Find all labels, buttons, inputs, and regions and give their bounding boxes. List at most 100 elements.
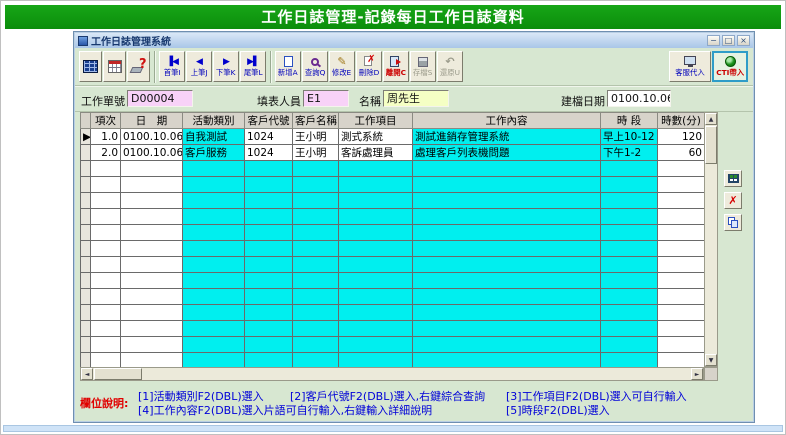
grid-cell[interactable]	[245, 193, 293, 209]
grid-cell[interactable]	[601, 305, 658, 321]
grid-cell[interactable]	[339, 177, 413, 193]
grid-cell[interactable]	[183, 273, 245, 289]
grid-cell[interactable]: 下午1-2	[601, 145, 658, 161]
grid-cell[interactable]: 1024	[245, 129, 293, 145]
grid-cell[interactable]	[601, 177, 658, 193]
delete-button[interactable]: ✗ 刪除D	[356, 51, 382, 82]
add-button[interactable]: 新增A	[275, 51, 301, 82]
grid-cell[interactable]	[245, 257, 293, 273]
grid-cell[interactable]	[658, 289, 705, 305]
work-order-input[interactable]: D00004	[127, 90, 193, 107]
table-row[interactable]	[81, 273, 705, 289]
grid-cell[interactable]	[413, 337, 601, 353]
grid-cell[interactable]: 早上10-12	[601, 129, 658, 145]
grid-cell[interactable]	[293, 305, 339, 321]
grid-cell[interactable]: 客戶服務	[183, 145, 245, 161]
grid-cell[interactable]	[121, 273, 183, 289]
grid-cell[interactable]	[245, 289, 293, 305]
grid-cell[interactable]	[91, 289, 121, 305]
table-row[interactable]	[81, 289, 705, 305]
table-row[interactable]: 2.0 0100.10.06 客戶服務 1024 王小明 客訴處理員 處理客戶列…	[81, 145, 705, 161]
grid-cell[interactable]	[91, 209, 121, 225]
customer-service-import-button[interactable]: 客服代入	[669, 51, 711, 82]
grid-cell[interactable]	[339, 273, 413, 289]
first-record-button[interactable]: ▐◀ 首筆I	[159, 51, 185, 82]
grid-cell[interactable]	[183, 225, 245, 241]
grid-cell[interactable]	[91, 161, 121, 177]
filler-input[interactable]: E1	[303, 90, 349, 107]
grid-cell[interactable]	[245, 177, 293, 193]
grid-cell[interactable]	[293, 209, 339, 225]
grid-cell[interactable]: 王小明	[293, 129, 339, 145]
grid-cell[interactable]	[601, 257, 658, 273]
table-row[interactable]	[81, 257, 705, 273]
grid-cell[interactable]	[91, 273, 121, 289]
grid-cell[interactable]	[413, 209, 601, 225]
grid-cell[interactable]: 客訴處理員	[339, 145, 413, 161]
grid-cell[interactable]	[121, 337, 183, 353]
v-scrollbar[interactable]: ▲ ▼	[704, 112, 718, 367]
grid-cell[interactable]	[293, 337, 339, 353]
grid-cell[interactable]	[245, 225, 293, 241]
grid-cell[interactable]	[339, 321, 413, 337]
scroll-left-icon[interactable]: ◄	[81, 368, 93, 380]
grid-cell[interactable]: 2.0	[91, 145, 121, 161]
grid-cell[interactable]	[658, 209, 705, 225]
grid-cell[interactable]: 測式系統	[339, 129, 413, 145]
grid-cell[interactable]	[293, 225, 339, 241]
grid-cell[interactable]: 120	[658, 129, 705, 145]
help-button[interactable]: ?	[127, 51, 150, 82]
grid-cell[interactable]	[183, 177, 245, 193]
grid-cell[interactable]	[658, 305, 705, 321]
grid-cell[interactable]: 60	[658, 145, 705, 161]
copy-row-button[interactable]	[724, 214, 742, 231]
table-row[interactable]	[81, 209, 705, 225]
grid-cell[interactable]	[413, 321, 601, 337]
grid-cell[interactable]	[601, 241, 658, 257]
grid-cell[interactable]	[413, 257, 601, 273]
grid-cell[interactable]	[121, 193, 183, 209]
grid-cell[interactable]: 處理客戶列表機問題	[413, 145, 601, 161]
grid-cell[interactable]	[183, 209, 245, 225]
table-row[interactable]	[81, 241, 705, 257]
grid-cell[interactable]	[601, 337, 658, 353]
grid-cell[interactable]	[121, 161, 183, 177]
grid-cell[interactable]	[413, 241, 601, 257]
cti-import-button[interactable]: CTI帶入	[712, 51, 748, 82]
grid-cell[interactable]: 0100.10.06	[121, 145, 183, 161]
last-record-button[interactable]: ▶▌ 尾筆L	[240, 51, 266, 82]
query-button[interactable]: 查詢Q	[302, 51, 328, 82]
table-row[interactable]	[81, 193, 705, 209]
table-row[interactable]	[81, 177, 705, 193]
window-titlebar[interactable]: 工作日誌管理系統 − □ ×	[75, 33, 753, 48]
grid-cell[interactable]	[183, 257, 245, 273]
grid-cell[interactable]	[339, 161, 413, 177]
grid-cell[interactable]	[245, 321, 293, 337]
grid-cell[interactable]	[601, 193, 658, 209]
grid-cell[interactable]	[121, 321, 183, 337]
exit-button[interactable]: 離開C	[383, 51, 409, 82]
grid-cell[interactable]	[413, 193, 601, 209]
grid-cell[interactable]	[293, 241, 339, 257]
grid-cell[interactable]	[245, 273, 293, 289]
grid-cell[interactable]: 王小明	[293, 145, 339, 161]
grid-cell[interactable]	[293, 273, 339, 289]
grid-cell[interactable]	[91, 225, 121, 241]
grid-cell[interactable]	[91, 241, 121, 257]
table-row[interactable]	[81, 305, 705, 321]
table-row[interactable]	[81, 225, 705, 241]
close-button[interactable]: ×	[737, 35, 750, 46]
grid-cell[interactable]	[339, 225, 413, 241]
grid-cell[interactable]	[658, 273, 705, 289]
grid-cell[interactable]	[91, 257, 121, 273]
grid-cell[interactable]	[413, 225, 601, 241]
scroll-down-icon[interactable]: ▼	[705, 354, 717, 366]
grid-cell[interactable]: 測試進銷存管理系統	[413, 129, 601, 145]
grid-cell[interactable]	[91, 321, 121, 337]
grid-cell[interactable]	[658, 257, 705, 273]
grid-cell[interactable]	[91, 193, 121, 209]
grid-cell[interactable]	[601, 273, 658, 289]
grid-cell[interactable]: 自我測試	[183, 129, 245, 145]
grid-cell[interactable]	[413, 161, 601, 177]
grid-cell[interactable]: 1024	[245, 145, 293, 161]
